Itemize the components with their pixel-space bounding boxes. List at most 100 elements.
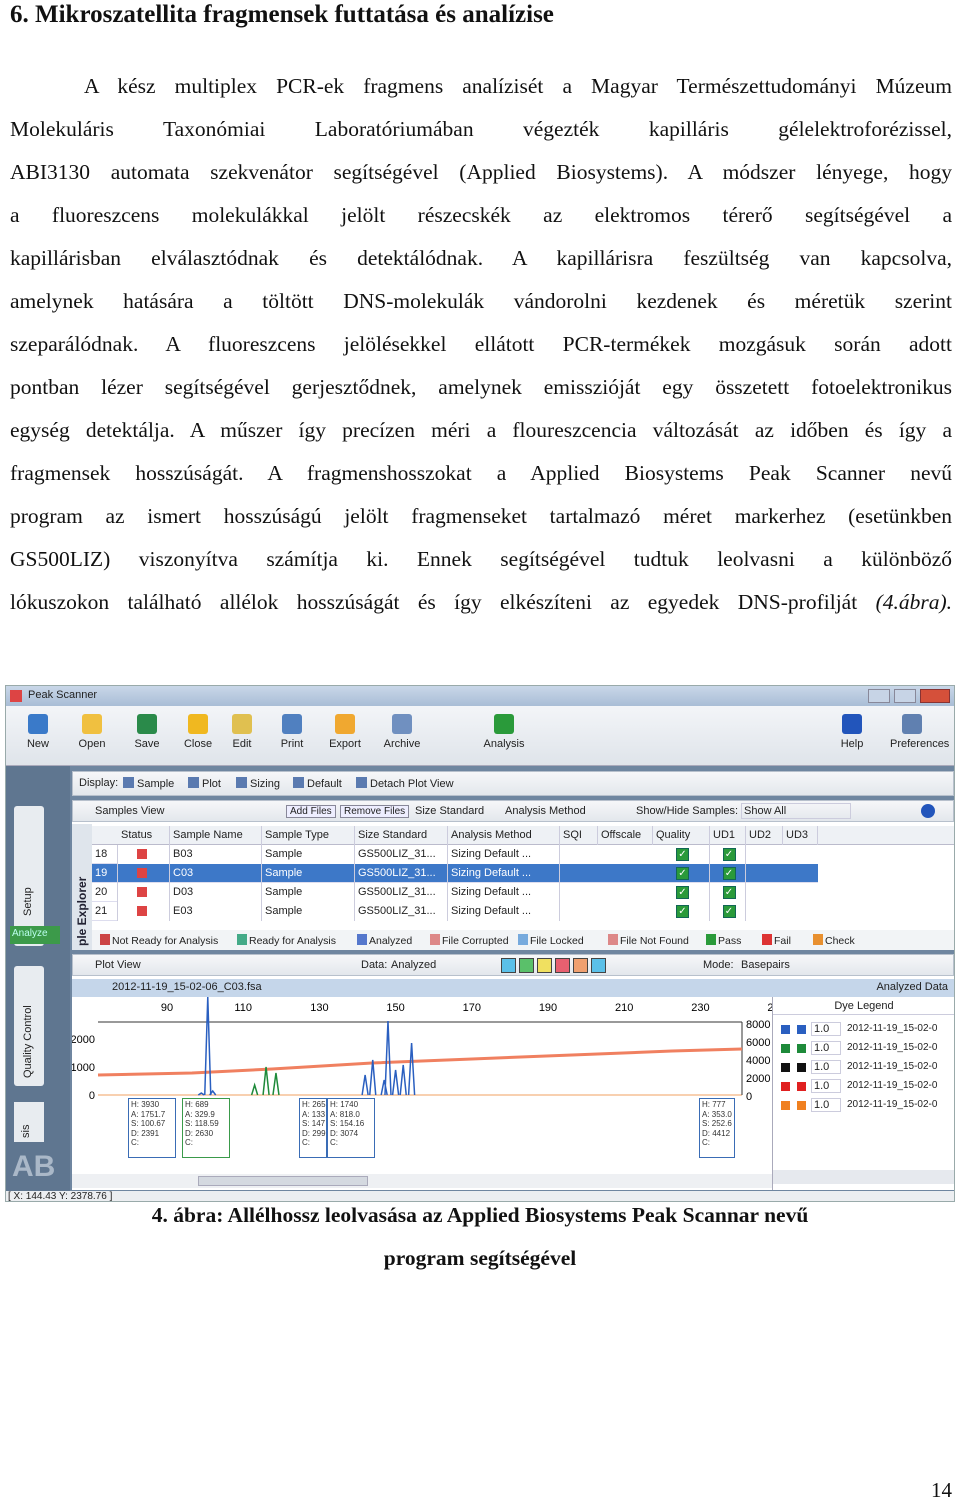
dye-legend-row[interactable]: 1.0 2012-11-19_15-02-0 bbox=[773, 1097, 954, 1115]
analyzed-status-icon bbox=[137, 868, 147, 878]
app-icon bbox=[10, 690, 22, 702]
cell-type[interactable]: Sample bbox=[262, 883, 355, 902]
display-sizing[interactable]: Sizing bbox=[236, 777, 280, 790]
cell-name[interactable]: E03 bbox=[170, 902, 262, 921]
toolbar-analysis-button[interactable]: Analysis bbox=[482, 714, 526, 750]
cell-type[interactable]: Sample bbox=[262, 902, 355, 921]
quality-control-tab[interactable]: Quality Control bbox=[14, 966, 44, 1086]
peak[interactable] bbox=[407, 1042, 416, 1096]
cell-method[interactable]: Sizing Default ... bbox=[448, 864, 560, 883]
dye-checkbox[interactable] bbox=[591, 958, 606, 973]
ab-logo: AB bbox=[12, 1150, 56, 1183]
cell-type[interactable]: Sample bbox=[262, 864, 355, 883]
column-header[interactable]: Size Standard bbox=[355, 826, 448, 845]
column-header[interactable]: UD3 bbox=[783, 826, 818, 845]
paragraph-line: Molekuláris Taxonómiai Laboratóriumában … bbox=[10, 117, 952, 141]
save-icon bbox=[137, 714, 157, 734]
cell-type[interactable]: Sample bbox=[262, 845, 355, 864]
display-default[interactable]: Default bbox=[293, 777, 342, 790]
explorer-collapse[interactable]: ple Explorer bbox=[72, 824, 92, 950]
display-plot[interactable]: Plot bbox=[188, 777, 221, 790]
cell-method[interactable]: Sizing Default ... bbox=[448, 845, 560, 864]
cell-method[interactable]: Sizing Default ... bbox=[448, 883, 560, 902]
peak[interactable] bbox=[380, 1079, 388, 1096]
peak[interactable] bbox=[361, 1074, 369, 1096]
column-header[interactable]: Quality bbox=[653, 826, 710, 845]
close-window-button[interactable] bbox=[920, 689, 950, 703]
column-header[interactable]: Analysis Method bbox=[448, 826, 560, 845]
print-icon bbox=[282, 714, 302, 734]
cell-method[interactable]: Sizing Default ... bbox=[448, 902, 560, 921]
close-icon bbox=[188, 714, 208, 734]
plot-view-title: Plot View bbox=[95, 959, 141, 971]
dye-legend-row[interactable]: 1.0 2012-11-19_15-02-0 bbox=[773, 1040, 954, 1058]
dye-checkbox[interactable] bbox=[573, 958, 588, 973]
column-header[interactable]: Offscale bbox=[598, 826, 653, 845]
legend-scrollbar[interactable] bbox=[773, 1170, 954, 1184]
toolbar-help-button[interactable]: Help bbox=[830, 714, 874, 750]
minimize-button[interactable] bbox=[868, 689, 890, 703]
peak-label-box[interactable]: H: 265 A: 133 S: 147 D: 299 C: bbox=[299, 1098, 327, 1158]
cell-name[interactable]: D03 bbox=[170, 883, 262, 902]
dye-legend-row[interactable]: 1.0 2012-11-19_15-02-0 bbox=[773, 1021, 954, 1039]
peak[interactable] bbox=[368, 1059, 377, 1096]
cell-std[interactable]: GS500LIZ_31... bbox=[355, 864, 448, 883]
scrollbar-thumb[interactable] bbox=[198, 1176, 368, 1186]
dye-checkbox[interactable] bbox=[519, 958, 534, 973]
toolbar-save-button[interactable]: Save bbox=[125, 714, 169, 750]
toolbar-edit-button[interactable]: Edit bbox=[220, 714, 264, 750]
restore-button[interactable] bbox=[894, 689, 916, 703]
display-sample[interactable]: Sample bbox=[123, 777, 174, 790]
analysis-icon bbox=[494, 714, 514, 734]
toolbar-print-button[interactable]: Print bbox=[270, 714, 314, 750]
peak[interactable] bbox=[262, 1066, 270, 1096]
window-title: Peak Scanner bbox=[28, 689, 98, 701]
cell-std[interactable]: GS500LIZ_31... bbox=[355, 902, 448, 921]
analyzed-status-icon bbox=[137, 906, 147, 916]
peak[interactable] bbox=[272, 1072, 280, 1096]
column-header[interactable]: Sample Type bbox=[262, 826, 355, 845]
edit-icon bbox=[232, 714, 252, 734]
data-select[interactable]: Analyzed bbox=[391, 959, 436, 971]
peak-label-box[interactable]: H: 777 A: 353.0 S: 252.6 D: 4412 C: bbox=[699, 1098, 735, 1158]
column-header[interactable]: Status bbox=[118, 826, 170, 845]
dye-checkbox[interactable] bbox=[501, 958, 516, 973]
dye-checkbox[interactable] bbox=[555, 958, 570, 973]
results-tab[interactable]: sis bbox=[14, 1102, 44, 1142]
cell-std[interactable]: GS500LIZ_31... bbox=[355, 845, 448, 864]
dye-legend-row[interactable]: 1.0 2012-11-19_15-02-0 bbox=[773, 1059, 954, 1077]
display-detach-plot-view[interactable]: Detach Plot View bbox=[356, 777, 454, 790]
peak[interactable] bbox=[384, 1020, 392, 1096]
cell-std[interactable]: GS500LIZ_31... bbox=[355, 883, 448, 902]
offscale-check-icon: ✓ bbox=[676, 885, 689, 899]
column-header[interactable]: UD2 bbox=[746, 826, 783, 845]
toolbar-export-button[interactable]: Export bbox=[323, 714, 367, 750]
display-icon bbox=[356, 777, 367, 788]
dye-checkbox[interactable] bbox=[537, 958, 552, 973]
column-header[interactable]: UD1 bbox=[710, 826, 746, 845]
cell-name[interactable]: B03 bbox=[170, 845, 262, 864]
cell-name[interactable]: C03 bbox=[170, 864, 262, 883]
analyze-tab[interactable]: Analyze bbox=[10, 926, 60, 944]
plot-scrollbar[interactable] bbox=[72, 1174, 772, 1188]
peak[interactable] bbox=[391, 1069, 400, 1096]
column-header[interactable]: SQI bbox=[560, 826, 598, 845]
toolbar-open-button[interactable]: Open bbox=[70, 714, 114, 750]
peak-label-box[interactable]: H: 3930 A: 1751.7 S: 100.67 D: 2391 C: bbox=[128, 1098, 176, 1158]
offscale-check-icon: ✓ bbox=[676, 866, 689, 880]
toolbar-preferences-button[interactable]: Preferences bbox=[890, 714, 949, 750]
column-header[interactable]: Sample Name bbox=[170, 826, 262, 845]
toolbar-archive-button[interactable]: Archive bbox=[380, 714, 424, 750]
peak-label-box[interactable]: H: 689 A: 329.9 S: 118.59 D: 2630 C: bbox=[182, 1098, 230, 1158]
toolbar-new-button[interactable]: New bbox=[16, 714, 60, 750]
peak[interactable] bbox=[204, 997, 212, 1096]
dye-legend-row[interactable]: 1.0 2012-11-19_15-02-0 bbox=[773, 1078, 954, 1096]
setup-tab[interactable]: Setup bbox=[14, 806, 44, 946]
electropherogram[interactable]: 9011013015017019021023025020001000080006… bbox=[72, 997, 772, 1190]
analyzed-data-label: Analyzed Data bbox=[876, 981, 948, 993]
peak-label-box[interactable]: H: 1740 A: 818.0 S: 154.16 D: 3074 C: bbox=[327, 1098, 375, 1158]
toolbar-close-button[interactable]: Close bbox=[176, 714, 220, 750]
peak[interactable] bbox=[399, 1064, 407, 1096]
peak[interactable] bbox=[250, 1082, 259, 1096]
mode-select[interactable]: Basepairs bbox=[741, 959, 790, 971]
